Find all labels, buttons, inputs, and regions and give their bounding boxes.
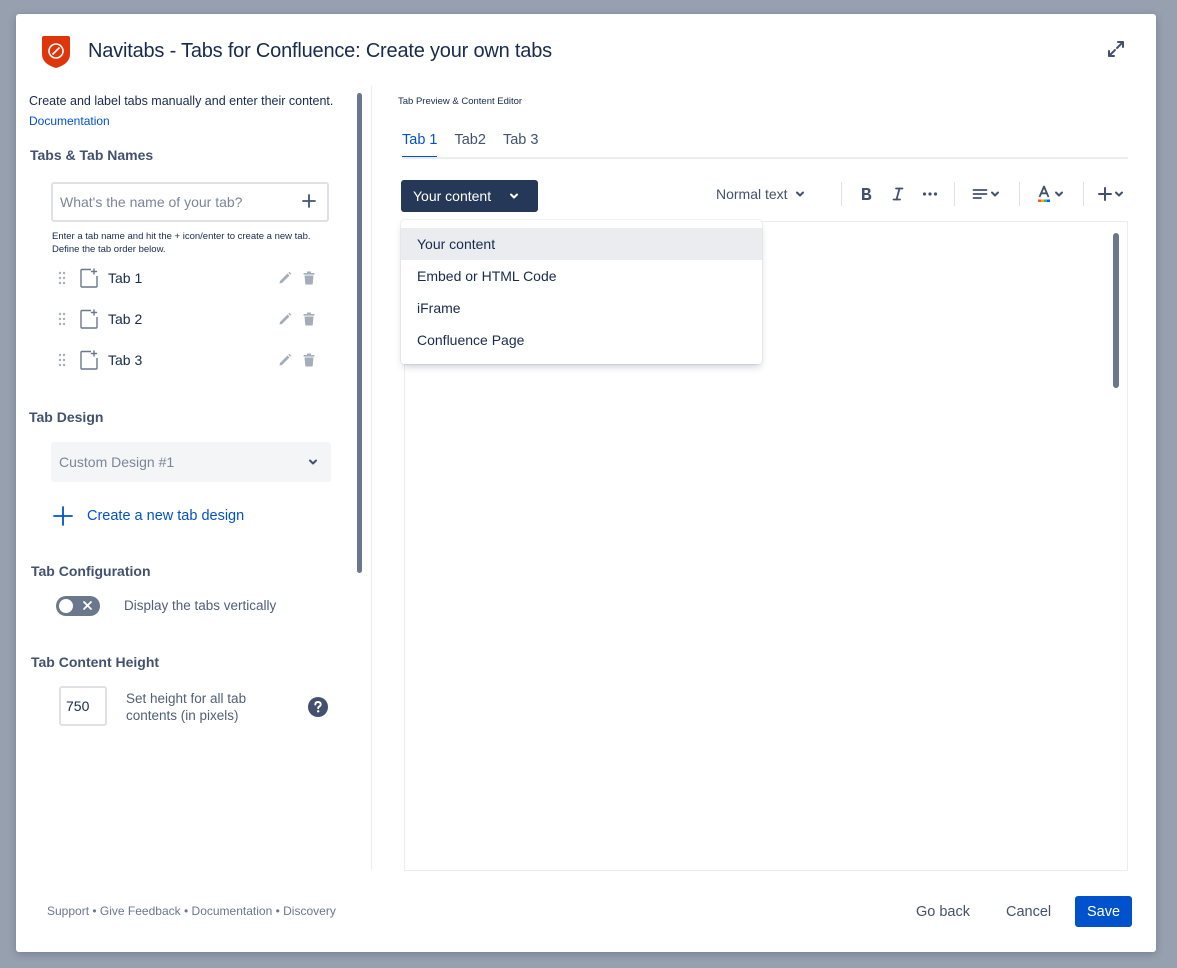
sidebar-intro: Create and label tabs manually and enter… [29,94,334,108]
navitabs-dialog: Navitabs - Tabs for Confluence: Create y… [16,14,1156,952]
toolbar-separator [954,182,955,206]
insert-dropdown[interactable] [1098,182,1125,206]
tab-list-item: Tab 3 [56,348,336,372]
content-height-input[interactable] [61,688,105,724]
preview-tab-3[interactable]: Tab 3 [503,132,538,158]
create-tab-design-button[interactable]: Create a new tab design [53,506,244,526]
vertical-tabs-label: Display the tabs vertically [124,598,277,613]
content-type-button[interactable]: Your content [401,180,538,212]
tab-item-label: Tab 2 [108,311,143,327]
menu-item-embed-html[interactable]: Embed or HTML Code [401,260,762,292]
align-left-icon [972,189,988,199]
sidebar-scrollbar[interactable] [357,93,362,573]
text-color-dropdown[interactable] [1037,182,1065,206]
more-icon [922,192,938,196]
tab-item-label: Tab 3 [108,352,143,368]
tab-name-hint: Enter a tab name and hit the + icon/ente… [52,231,311,255]
alignment-dropdown[interactable] [972,182,1001,206]
delete-trash-icon[interactable] [302,312,316,326]
more-formatting-button[interactable] [922,182,938,206]
drag-handle-icon[interactable] [56,312,68,326]
page-add-icon [80,268,98,288]
edit-pencil-icon[interactable] [278,353,292,367]
discovery-link[interactable]: Discovery [283,904,336,918]
page-add-icon [80,350,98,370]
tab-content-height-heading: Tab Content Height [31,654,160,670]
toolbar-separator [1083,182,1084,206]
footer-separator: • [275,904,280,918]
close-icon [83,601,92,610]
edit-pencil-icon[interactable] [278,271,292,285]
drag-handle-icon[interactable] [56,271,68,285]
bold-icon [862,188,872,200]
preview-tab-2[interactable]: Tab2 [454,132,485,158]
panel-divider [371,86,372,870]
text-style-label: Normal text [716,186,788,202]
tab-design-selected-value: Custom Design #1 [59,454,175,470]
toggle-knob [59,599,73,613]
menu-item-your-content[interactable]: Your content [401,228,762,260]
tab-design-select[interactable]: Custom Design #1 [51,442,331,482]
delete-trash-icon[interactable] [302,353,316,367]
tab-name-input[interactable] [60,194,290,210]
cancel-button[interactable]: Cancel [1006,904,1051,920]
vertical-tabs-toggle[interactable] [56,596,100,616]
tab-name-field [51,182,329,222]
bold-button[interactable] [859,182,873,206]
delete-trash-icon[interactable] [302,271,316,285]
footer-links: Support • Give Feedback • Documentation … [47,904,336,918]
chevron-down-icon [510,193,518,199]
plus-icon [1098,187,1112,201]
chevron-down-icon [309,459,317,465]
expand-icon[interactable] [1106,39,1126,59]
navitabs-logo-icon [40,34,72,70]
chevron-down-icon [1055,191,1063,197]
tab-configuration-heading: Tab Configuration [31,563,151,579]
plus-icon [53,506,73,526]
content-type-menu: Your content Embed or HTML Code iFrame C… [401,220,762,364]
tab-design-heading: Tab Design [29,409,104,425]
go-back-button[interactable]: Go back [916,904,970,920]
toolbar-separator [1019,182,1020,206]
footer-separator: • [183,904,189,918]
tab-list-item: Tab 1 [56,266,336,290]
footer-separator: • [92,904,97,918]
tabs-heading: Tabs & Tab Names [30,147,154,163]
create-tab-design-label: Create a new tab design [87,508,245,524]
support-link[interactable]: Support [47,904,89,918]
content-type-label: Your content [413,188,492,204]
dialog-title: Navitabs - Tabs for Confluence: Create y… [88,40,552,62]
preview-tab-1[interactable]: Tab 1 [402,132,438,158]
content-height-label: Set height for all tab contents (in pixe… [126,691,247,723]
menu-item-iframe[interactable]: iFrame [401,292,762,324]
chevron-down-icon [795,191,804,197]
add-tab-plus-icon[interactable] [301,193,317,209]
documentation-link[interactable]: Documentation [29,114,110,128]
italic-button[interactable] [892,182,904,206]
tabs-underline [402,157,1128,159]
content-height-field [59,686,107,726]
edit-pencil-icon[interactable] [278,312,292,326]
editor-scrollbar[interactable] [1113,233,1119,388]
drag-handle-icon[interactable] [56,353,68,367]
save-button[interactable]: Save [1075,896,1132,927]
help-icon[interactable] [308,697,328,717]
page-add-icon [80,309,98,329]
italic-icon [892,187,904,201]
text-color-icon [1038,185,1050,202]
documentation-footer-link[interactable]: Documentation [192,904,273,918]
menu-item-confluence-page[interactable]: Confluence Page [401,324,762,356]
chevron-down-icon [991,191,999,197]
chevron-down-icon [1115,191,1123,197]
give-feedback-link[interactable]: Give Feedback [100,904,181,918]
tab-item-label: Tab 1 [108,270,143,286]
toolbar-separator [841,182,842,206]
preview-tabs: Tab 1 Tab2 Tab 3 [402,132,555,158]
tab-list-item: Tab 2 [56,307,336,331]
text-style-dropdown[interactable]: Normal text [716,182,806,206]
editor-caption: Tab Preview & Content Editor [398,96,523,107]
